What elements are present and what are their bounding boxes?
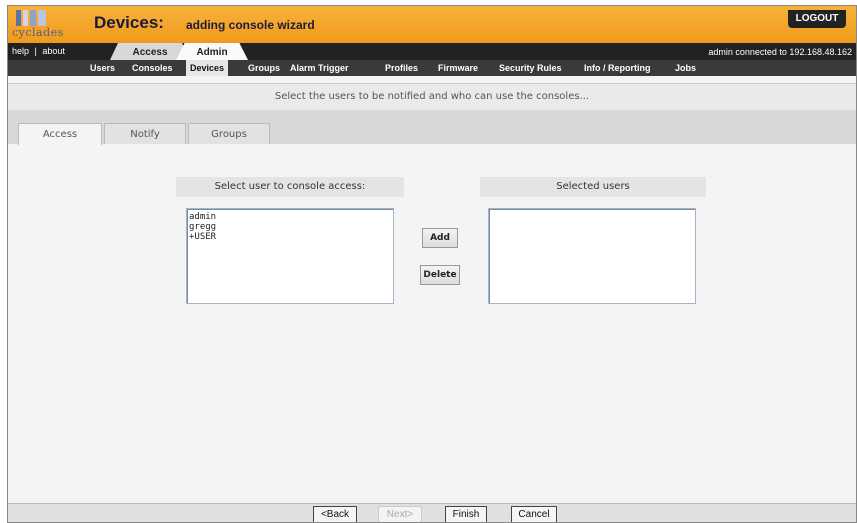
wizard-footer: <Back Next> Finish Cancel [8,503,856,522]
list-item[interactable]: admin [189,212,391,222]
subnav-firmware[interactable]: Firmware [438,60,478,76]
list-item[interactable]: gregg [189,222,391,232]
instruction-message: Select the users to be notified and who … [8,83,856,111]
finish-button[interactable]: Finish [445,506,487,522]
page-subtitle: adding console wizard [186,18,315,32]
next-button[interactable]: Next> [378,506,422,522]
available-users-list[interactable]: admin gregg +USER [186,208,394,304]
help-link[interactable]: help [12,46,29,56]
subnav-groups[interactable]: Groups [248,60,280,76]
help-separator: | [34,46,37,56]
cyclades-logo: cyclades [12,8,70,40]
add-button[interactable]: Add [422,228,458,248]
selected-users-header: Selected users [480,177,706,197]
content-tab-row: Access Notify Groups [8,110,856,145]
help-links: help | about [12,46,65,56]
selected-users-list[interactable] [488,208,696,304]
page-title: Devices: [94,13,164,32]
logo-bars-icon [16,10,54,26]
available-users-header: Select user to console access: [176,177,404,197]
subnav-devices[interactable]: Devices [186,60,229,76]
tab-admin[interactable]: Admin [176,43,248,60]
tab-groups[interactable]: Groups [188,123,270,144]
delete-button[interactable]: Delete [420,265,460,285]
list-item[interactable]: +USER [189,232,391,242]
subnav-security-rules[interactable]: Security Rules [499,60,562,76]
subnav-profiles[interactable]: Profiles [385,60,418,76]
app-window: cyclades Devices: adding console wizard … [7,5,857,523]
about-link[interactable]: about [42,46,65,56]
tab-notify[interactable]: Notify [104,123,186,144]
cancel-button[interactable]: Cancel [511,506,557,522]
subnav-info-reporting[interactable]: Info / Reporting [584,60,651,76]
back-button[interactable]: <Back [313,506,357,522]
subnav-users[interactable]: Users [90,60,115,76]
logo-text: cyclades [12,26,64,39]
tab-access-content[interactable]: Access [18,123,102,145]
sub-nav: Users Consoles Devices Groups Alarm Trig… [8,60,856,76]
connection-status: admin connected to 192.168.48.162 [708,47,852,57]
subnav-alarm-trigger[interactable]: Alarm Trigger [290,60,349,76]
subnav-consoles[interactable]: Consoles [132,60,173,76]
header-bar: cyclades Devices: adding console wizard … [8,6,856,44]
subnav-jobs[interactable]: Jobs [675,60,696,76]
top-nav: help | about Access Admin admin connecte… [8,43,856,60]
logout-button[interactable]: LOGOUT [788,10,846,28]
